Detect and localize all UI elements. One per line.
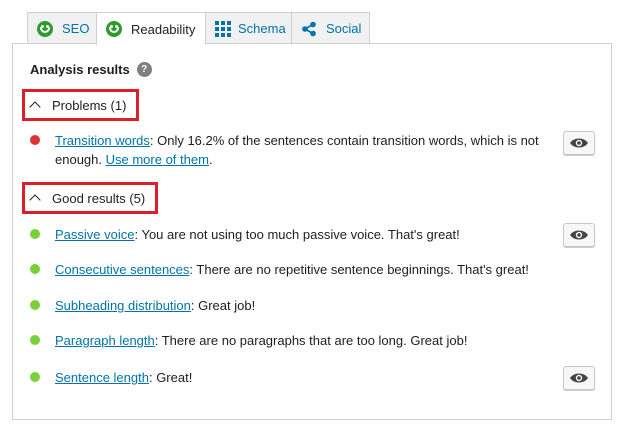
list-item: Passive voice: You are not using too muc…: [30, 225, 560, 244]
eye-icon: [570, 138, 588, 148]
grid-icon: [215, 20, 231, 37]
good-bullet: [30, 229, 40, 239]
highlight-toggle-button[interactable]: [563, 366, 595, 390]
tab-readability[interactable]: Readability: [96, 12, 206, 45]
analysis-title: Analysis results: [30, 62, 130, 77]
list-item-text: Subheading distribution: Great job!: [55, 298, 256, 313]
good-bullet: [30, 372, 40, 382]
eye-icon: [570, 373, 588, 383]
list-item: Sentence length: Great!: [30, 368, 560, 387]
smiley-icon: [106, 21, 122, 37]
highlight-toggle-button[interactable]: [563, 223, 595, 247]
list-item-text: Transition words: Only 16.2% of the sent…: [55, 133, 539, 167]
good-results-header: Good results (5): [52, 190, 146, 206]
readability-panel: Analysis results ? Problems (1) Transiti…: [12, 43, 612, 420]
good-bullet: [30, 300, 40, 310]
good-results-section-toggle[interactable]: Good results (5): [22, 182, 158, 214]
subheading-distribution-link[interactable]: Subheading distribution: [55, 298, 191, 313]
chevron-up-icon: [29, 194, 41, 206]
tab-label: SEO: [62, 21, 90, 36]
share-icon: [302, 21, 316, 36]
tab-schema[interactable]: Schema: [205, 12, 292, 44]
list-item-text: Passive voice: You are not using too muc…: [55, 227, 460, 242]
analysis-results-heading: Analysis results ?: [30, 62, 152, 77]
list-item: Transition words: Only 16.2% of the sent…: [30, 131, 560, 169]
tab-social[interactable]: Social: [291, 12, 370, 44]
passive-voice-link[interactable]: Passive voice: [55, 227, 134, 242]
tab-seo[interactable]: SEO: [27, 12, 97, 44]
tab-label: Readability: [131, 21, 196, 37]
problem-bullet: [30, 135, 40, 145]
eye-icon: [570, 230, 588, 240]
problems-header: Problems (1): [52, 97, 127, 113]
consecutive-sentences-link[interactable]: Consecutive sentences: [55, 262, 189, 277]
list-item: Consecutive sentences: There are no repe…: [30, 260, 560, 279]
transition-words-link[interactable]: Transition words: [55, 133, 150, 148]
use-more-link[interactable]: Use more of them: [106, 152, 209, 167]
list-item: Paragraph length: There are no paragraph…: [30, 331, 560, 350]
list-item-text: Sentence length: Great!: [55, 370, 193, 385]
problems-section-toggle[interactable]: Problems (1): [22, 89, 139, 121]
good-bullet: [30, 335, 40, 345]
list-item-text: Consecutive sentences: There are no repe…: [55, 262, 529, 277]
smiley-icon: [37, 20, 53, 37]
tab-label: Schema: [238, 21, 286, 36]
list-item-text: Paragraph length: There are no paragraph…: [55, 333, 468, 348]
sentence-length-link[interactable]: Sentence length: [55, 370, 149, 385]
help-icon[interactable]: ?: [136, 62, 152, 77]
highlight-toggle-button[interactable]: [563, 131, 595, 155]
tab-label: Social: [326, 21, 362, 36]
good-bullet: [30, 264, 40, 274]
paragraph-length-link[interactable]: Paragraph length: [55, 333, 155, 348]
list-item: Subheading distribution: Great job!: [30, 296, 560, 315]
chevron-up-icon: [29, 101, 41, 113]
